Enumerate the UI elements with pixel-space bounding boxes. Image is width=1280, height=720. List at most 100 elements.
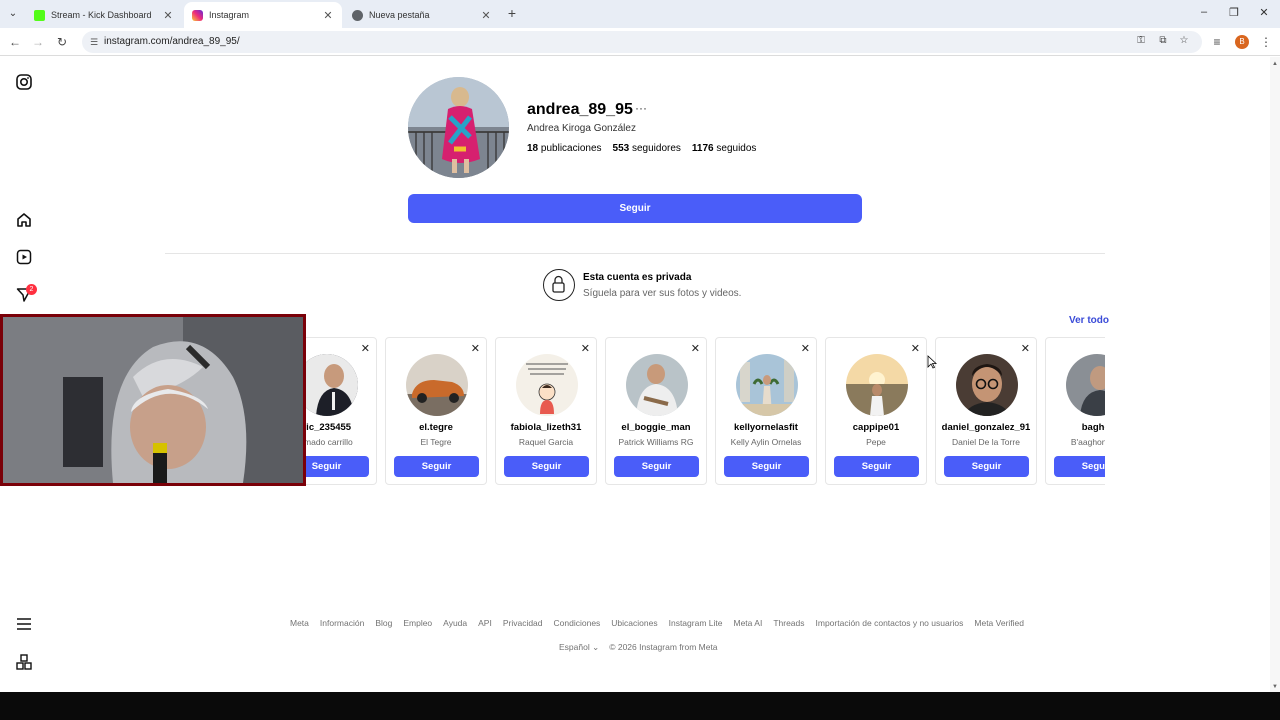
posts-stat: 18 publicaciones — [527, 143, 602, 154]
browser-menu-icon[interactable]: ⋮ — [1258, 34, 1274, 50]
tab-title: Nueva pestaña — [369, 10, 430, 20]
footer-link[interactable]: Ubicaciones — [611, 618, 657, 628]
followers-stat[interactable]: 553 seguidores — [613, 143, 681, 154]
suggestion-follow-button[interactable]: Seguir — [724, 456, 809, 477]
footer-link[interactable]: Meta Verified — [974, 618, 1024, 628]
chevron-down-icon: ⌄ — [592, 642, 600, 652]
dismiss-icon[interactable]: ✕ — [471, 342, 480, 355]
tab-title: Instagram — [209, 10, 250, 20]
suggestion-avatar[interactable] — [516, 354, 578, 416]
tab-title: Stream - Kick Dashboard — [51, 10, 152, 20]
footer-link[interactable]: Instagram Lite — [669, 618, 723, 628]
back-arrow-icon[interactable]: ← — [7, 34, 23, 50]
suggestion-name: Raquel Garcia — [518, 437, 574, 447]
instagram-logo-icon[interactable] — [16, 74, 32, 90]
tab-instagram[interactable]: Instagram ✕ — [184, 2, 342, 28]
tab-new-tab[interactable]: Nueva pestaña ✕ — [344, 2, 500, 28]
tab-search-icon[interactable]: ⌄ — [6, 7, 20, 21]
suggestion-avatar[interactable] — [406, 354, 468, 416]
minimize-icon[interactable]: – — [1197, 6, 1211, 18]
home-icon[interactable] — [16, 212, 32, 228]
dismiss-icon[interactable]: ✕ — [801, 342, 810, 355]
footer-link[interactable]: Privacidad — [503, 618, 543, 628]
footer-link[interactable]: Empleo — [403, 618, 432, 628]
suggestion-username[interactable]: daniel_gonzalez_91 — [936, 422, 1036, 433]
suggestion-username[interactable]: el.tegre — [386, 422, 486, 433]
suggestion-follow-button[interactable]: Seguir — [614, 456, 699, 477]
suggestion-name: Daniel De la Torre — [952, 437, 1020, 447]
webcam-person-image — [3, 317, 303, 483]
suggestion-follow-button[interactable]: Seguir — [834, 456, 919, 477]
notification-badge: 2 — [26, 284, 37, 295]
dismiss-icon[interactable]: ✕ — [581, 342, 590, 355]
footer-link[interactable]: Condiciones — [554, 618, 601, 628]
password-key-icon[interactable]: ⚿ — [1133, 35, 1149, 49]
scroll-up-icon[interactable]: ▲ — [1272, 61, 1278, 67]
suggestion-follow-button[interactable]: Seguir — [394, 456, 479, 477]
suggestion-avatar[interactable] — [846, 354, 908, 416]
dismiss-icon[interactable]: ✕ — [911, 342, 920, 355]
following-stat[interactable]: 1176 seguidos — [692, 143, 757, 154]
close-tab-icon[interactable]: ✕ — [162, 9, 174, 22]
more-apps-icon[interactable] — [16, 654, 32, 670]
follow-button[interactable]: Seguir — [408, 194, 862, 223]
address-bar[interactable]: ☰ instagram.com/andrea_89_95/ ⚿ ⧉ ☆ — [82, 31, 1202, 53]
dismiss-icon[interactable]: ✕ — [361, 342, 370, 355]
footer-link[interactable]: Ayuda — [443, 618, 467, 628]
close-tab-icon[interactable]: ✕ — [480, 9, 492, 22]
footer-link[interactable]: Información — [320, 618, 364, 628]
more-options-icon[interactable]: ··· — [635, 101, 647, 115]
language-select[interactable]: Español ⌄ — [559, 642, 599, 653]
dismiss-icon[interactable]: ✕ — [691, 342, 700, 355]
close-tab-icon[interactable]: ✕ — [322, 9, 334, 22]
footer-link[interactable]: Blog — [375, 618, 392, 628]
posts-label: publicaciones — [540, 143, 602, 154]
suggestion-username[interactable]: cappipe01 — [826, 422, 926, 433]
new-tab-plus-icon[interactable]: + — [505, 5, 519, 21]
footer-link[interactable]: Importación de contactos y no usuarios — [816, 618, 964, 628]
install-app-icon[interactable]: ⧉ — [1155, 35, 1171, 49]
reload-icon[interactable]: ↻ — [54, 34, 70, 50]
footer-link[interactable]: Meta — [290, 618, 309, 628]
browser-toolbar: ← → ↻ ☰ instagram.com/andrea_89_95/ ⚿ ⧉ … — [0, 28, 1280, 56]
mouse-cursor-icon — [927, 355, 937, 369]
suggestion-card: ✕ daniel_gonzalez_91 Daniel De la Torre … — [935, 337, 1037, 485]
suggestion-follow-button[interactable]: Seguir — [944, 456, 1029, 477]
suggestion-card: ✕ el_boggie_man Patrick Williams RG Segu… — [605, 337, 707, 485]
tab-kick-dashboard[interactable]: Stream - Kick Dashboard ✕ — [26, 2, 182, 28]
media-controls-icon[interactable]: ≡ — [1209, 34, 1225, 50]
dismiss-icon[interactable]: ✕ — [1021, 342, 1030, 355]
reels-icon[interactable] — [16, 249, 32, 265]
see-all-link[interactable]: Ver todo — [1069, 315, 1109, 326]
footer-link[interactable]: Threads — [773, 618, 804, 628]
suggestion-avatar[interactable] — [736, 354, 798, 416]
suggestion-card: ✕ bagho B'aaghon Pla Seguir — [1045, 337, 1105, 485]
profile-picture[interactable] — [408, 77, 509, 178]
suggestion-username[interactable]: el_boggie_man — [606, 422, 706, 433]
suggestion-follow-button[interactable]: Seguir — [1054, 456, 1105, 477]
profile-avatar[interactable]: B — [1235, 35, 1249, 49]
suggestion-avatar[interactable] — [956, 354, 1018, 416]
restore-icon[interactable]: ❐ — [1227, 6, 1241, 19]
suggestion-username[interactable]: kellyornelasfit — [716, 422, 816, 433]
scroll-down-icon[interactable]: ▼ — [1272, 684, 1278, 690]
footer-link[interactable]: API — [478, 618, 492, 628]
menu-hamburger-icon[interactable] — [16, 616, 32, 632]
forward-arrow-icon[interactable]: → — [30, 34, 46, 50]
suggestion-username[interactable]: fabiola_lizeth31 — [496, 422, 596, 433]
private-account-title: Esta cuenta es privada — [583, 272, 692, 283]
footer-link[interactable]: Meta AI — [733, 618, 762, 628]
suggestion-avatar[interactable] — [626, 354, 688, 416]
webcam-overlay — [0, 314, 306, 486]
suggestion-username[interactable]: bagho — [1046, 422, 1105, 433]
footer-bottom: Español ⌄ © 2026 Instagram from Meta — [559, 642, 718, 653]
page-scrollbar[interactable]: ▲ ▼ — [1270, 57, 1280, 692]
close-window-icon[interactable]: ✕ — [1257, 6, 1271, 19]
suggestions-carousel: ✕ vic_235455 amado carrillo Seguir ✕ el.… — [275, 337, 1105, 485]
suggestion-avatar[interactable] — [1066, 354, 1105, 416]
bookmark-star-icon[interactable]: ☆ — [1176, 35, 1192, 49]
followers-label: seguidores — [631, 143, 681, 154]
site-settings-icon[interactable]: ☰ — [88, 36, 100, 48]
suggestion-card: ✕ kellyornelasfit Kelly Aylin Ornelas Se… — [715, 337, 817, 485]
suggestion-follow-button[interactable]: Seguir — [504, 456, 589, 477]
